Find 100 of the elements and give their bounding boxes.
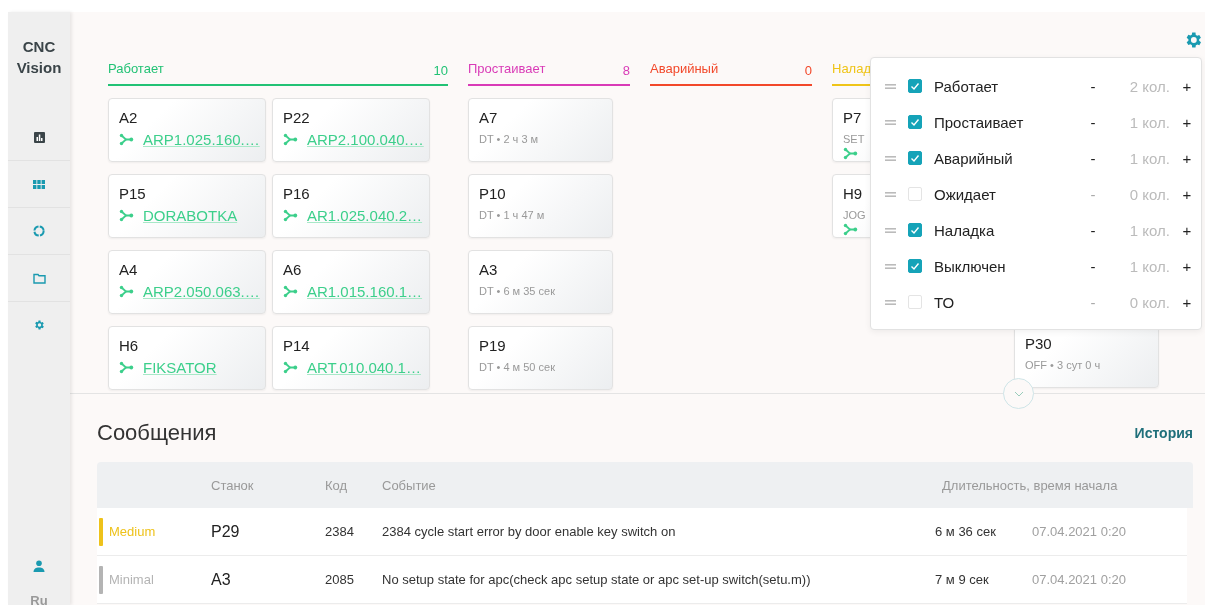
column-heading: Событие bbox=[382, 477, 437, 493]
folder-icon[interactable] bbox=[32, 272, 46, 284]
checkbox[interactable] bbox=[908, 151, 922, 165]
drag-handle-icon[interactable] bbox=[885, 227, 896, 233]
machine-card[interactable]: P15 DORABOTKA bbox=[108, 174, 266, 238]
drag-handle-icon[interactable] bbox=[885, 83, 896, 89]
checkbox[interactable] bbox=[908, 259, 922, 273]
drag-handle-icon[interactable] bbox=[885, 191, 896, 197]
donut-icon[interactable] bbox=[33, 225, 45, 237]
column-name: ТО bbox=[934, 293, 956, 311]
column-count: 0 кол. bbox=[1128, 185, 1170, 203]
branch-icon bbox=[843, 223, 858, 236]
increment-button[interactable]: + bbox=[1180, 113, 1194, 131]
decrement-button[interactable]: - bbox=[1086, 257, 1100, 275]
checkbox[interactable] bbox=[908, 115, 922, 129]
machine-status: OFF • 3 сут 0 ч bbox=[1025, 359, 1101, 371]
table-cell-text: 2384 cycle start error by door enable key switch on bbox=[382, 524, 677, 539]
check-icon bbox=[910, 261, 920, 271]
column-heading: Код bbox=[325, 477, 349, 493]
branch-icon bbox=[283, 361, 298, 374]
checkbox[interactable] bbox=[908, 79, 922, 93]
machine-card[interactable]: A3 DT • 6 м 35 сек bbox=[468, 250, 613, 314]
machine-name: A2 bbox=[119, 109, 138, 127]
column-name: Аварийный bbox=[934, 149, 1014, 167]
machine-card[interactable]: P19 DT • 4 м 50 сек bbox=[468, 326, 613, 390]
drag-handle-icon[interactable] bbox=[885, 119, 896, 125]
machine-name: A4 bbox=[119, 261, 138, 279]
drag-handle-icon[interactable] bbox=[885, 299, 896, 305]
machine-card[interactable]: A7 DT • 2 ч 3 м bbox=[468, 98, 613, 162]
column-heading: Длительность, время начала bbox=[941, 477, 1119, 493]
decrement-button[interactable]: - bbox=[1086, 221, 1100, 239]
column-name: Простаивает bbox=[934, 113, 1025, 131]
machine-status: DT • 1 ч 47 м bbox=[479, 209, 545, 221]
check-icon bbox=[910, 225, 920, 235]
settings-icon[interactable] bbox=[33, 319, 45, 331]
column-count: 0 кол. bbox=[1128, 293, 1170, 311]
branch-icon bbox=[843, 147, 858, 160]
machine-name: P14 bbox=[283, 337, 310, 355]
increment-button[interactable]: + bbox=[1180, 185, 1194, 203]
branch-icon bbox=[283, 133, 298, 146]
machine-name: P15 bbox=[119, 185, 146, 203]
machine-card[interactable]: P10 DT • 1 ч 47 м bbox=[468, 174, 613, 238]
column-count: 0 bbox=[804, 61, 812, 78]
column-count: 1 кол. bbox=[1128, 257, 1170, 275]
machine-status: DT • 2 ч 3 м bbox=[479, 133, 539, 145]
machine-card[interactable]: P22 ARP2.100.040.… bbox=[272, 98, 430, 162]
table-cell-text: 2384 bbox=[325, 524, 355, 539]
increment-button[interactable]: + bbox=[1180, 221, 1194, 239]
decrement-button[interactable]: - bbox=[1086, 113, 1100, 131]
decrement-button[interactable]: - bbox=[1086, 149, 1100, 167]
increment-button[interactable]: + bbox=[1180, 293, 1194, 311]
table-cell-text: A3 bbox=[211, 570, 232, 589]
user-icon[interactable] bbox=[33, 560, 45, 572]
machine-card[interactable]: A2 ARP1.025.160.… bbox=[108, 98, 266, 162]
table-cell-text: 07.04.2021 0:20 bbox=[1032, 572, 1127, 587]
table-cell-text: P29 bbox=[211, 522, 241, 541]
column-heading: Станок bbox=[211, 477, 255, 493]
drag-handle-icon[interactable] bbox=[885, 155, 896, 161]
column-count: 1 кол. bbox=[1128, 221, 1170, 239]
column-count: 1 кол. bbox=[1128, 113, 1170, 131]
column-count: 10 bbox=[433, 61, 448, 78]
check-icon bbox=[910, 117, 920, 127]
branch-icon bbox=[283, 209, 298, 222]
chart-icon[interactable] bbox=[33, 131, 45, 143]
increment-button[interactable]: + bbox=[1180, 77, 1194, 95]
machine-name: P22 bbox=[283, 109, 310, 127]
machine-card[interactable]: P14 ART.010.040.1… bbox=[272, 326, 430, 390]
app-logo: CNC Vision bbox=[15, 37, 63, 78]
increment-button[interactable]: + bbox=[1180, 257, 1194, 275]
severity-label: Minimal bbox=[109, 572, 154, 587]
table-row[interactable]: Minimal A3 2085 No setup state for apc(check apc setup state or apc set-up switch(setu.m)) 7 м 9 сек 07.04.2021 0:20 bbox=[97, 556, 1187, 604]
grid-icon[interactable] bbox=[33, 179, 45, 189]
column-name: Наладка bbox=[934, 221, 996, 239]
table-cell-text: 7 м 9 сек bbox=[935, 572, 990, 587]
table-row[interactable]: Medium P29 2384 2384 cycle start error by door enable key switch on 6 м 36 сек 07.04.2021 0:20 bbox=[97, 508, 1187, 556]
machine-name: H6 bbox=[119, 337, 139, 355]
table-cell-text: No setup state for apc(check apc setup state or apc set-up switch(setu.m)) bbox=[382, 572, 812, 587]
machine-card[interactable]: H6 FIKSATOR bbox=[108, 326, 266, 390]
branch-icon bbox=[119, 133, 134, 146]
drag-handle-icon[interactable] bbox=[885, 263, 896, 269]
column-name: Ожидает bbox=[934, 185, 997, 203]
machine-card[interactable]: P16 AR1.025.040.2… bbox=[272, 174, 430, 238]
machine-name: A3 bbox=[479, 261, 498, 279]
section-title: Сообщения bbox=[97, 420, 217, 446]
column-name: Работает bbox=[934, 77, 1000, 95]
increment-button[interactable]: + bbox=[1180, 149, 1194, 167]
machine-name: P10 bbox=[479, 185, 506, 203]
column-count: 8 bbox=[622, 61, 630, 78]
decrement-button[interactable]: - bbox=[1086, 77, 1100, 95]
machine-card[interactable]: A6 AR1.015.160.1… bbox=[272, 250, 430, 314]
checkbox[interactable] bbox=[908, 223, 922, 237]
column-title: Работает bbox=[108, 60, 164, 76]
machine-status: DT • 4 м 50 сек bbox=[479, 361, 555, 373]
machine-name: H9 bbox=[843, 185, 863, 203]
column-name: Выключен bbox=[934, 257, 1007, 275]
column-count: 2 кол. bbox=[1128, 77, 1170, 95]
machine-card[interactable]: A4 ARP2.050.063.… bbox=[108, 250, 266, 314]
branch-icon bbox=[119, 209, 134, 222]
check-icon bbox=[910, 81, 920, 91]
history-link[interactable]: История bbox=[1134, 425, 1193, 441]
